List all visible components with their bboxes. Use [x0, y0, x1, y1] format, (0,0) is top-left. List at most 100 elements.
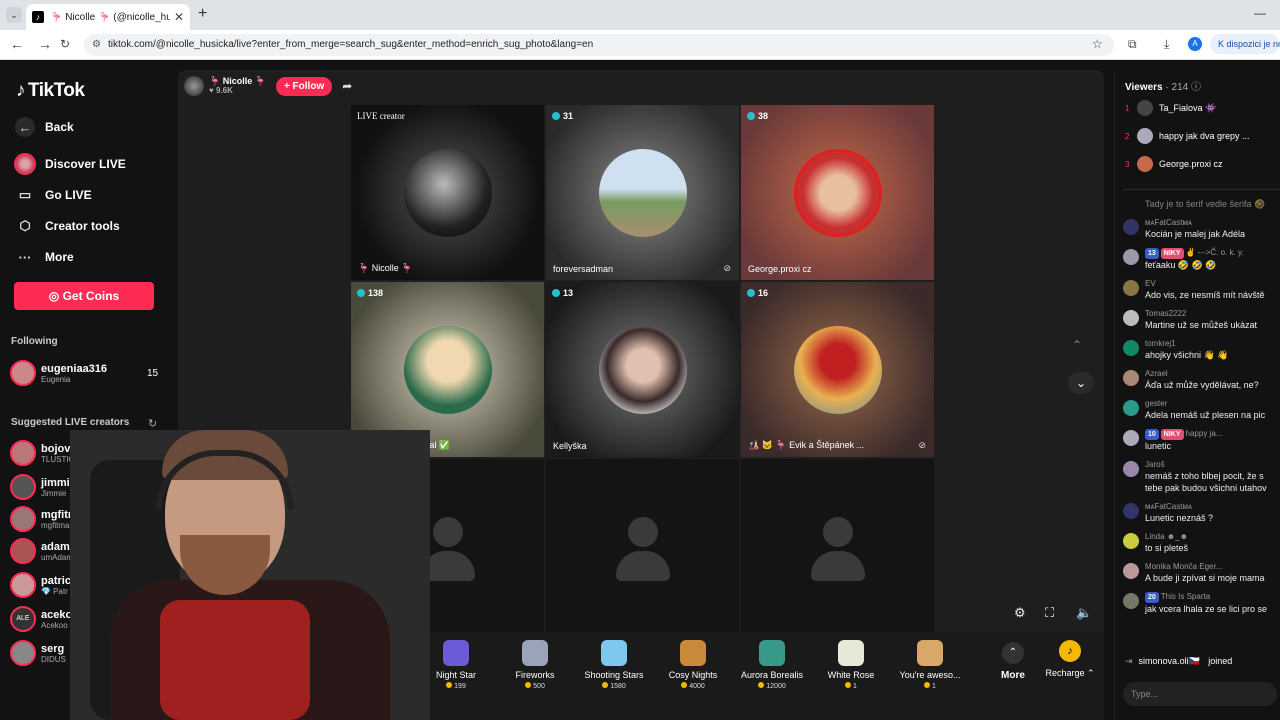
back-link[interactable]: ← Back	[14, 116, 74, 138]
follow-button[interactable]: + Follow	[275, 76, 333, 96]
avatar	[1123, 400, 1139, 416]
cat-gift-icon	[917, 640, 943, 666]
suggested-item[interactable]: serg DIDUS	[10, 640, 66, 666]
guest-name: 🎎 🐱 🦩 Evik a Štěpánek ...	[748, 440, 865, 450]
info-icon: ⓘ	[1190, 82, 1201, 93]
viewer-count: 15	[147, 367, 159, 379]
muted-mic-icon: ⊘	[723, 263, 731, 273]
download-icon[interactable]: ⤓	[1164, 37, 1169, 52]
chat-input[interactable]: Type...	[1123, 682, 1277, 706]
url-field[interactable]: ⚙ tiktok.com/@nicolle_husicka/live?enter…	[84, 34, 1114, 56]
more-gifts-button[interactable]: ⌃ More	[988, 642, 1038, 681]
top-viewer[interactable]: 1 Ta_Fialova 👾	[1125, 100, 1216, 116]
avatar	[10, 572, 36, 598]
streamer-webcam-overlay	[70, 430, 430, 720]
following-item[interactable]: eugeniaa316 Eugenia 15	[10, 360, 158, 386]
translate-hint[interactable]: K dispozici je no	[1210, 34, 1280, 54]
avatar	[10, 506, 36, 532]
avatar	[10, 474, 36, 500]
coin-icon: ♪	[1059, 640, 1081, 662]
guest-tile[interactable]: 31 foreversadman ⊘	[546, 105, 739, 280]
avatar	[1123, 533, 1139, 549]
nav-creator-tools[interactable]: ⬡ Creator tools	[14, 215, 119, 237]
profile-avatar[interactable]: A	[1188, 37, 1202, 51]
guest-tile[interactable]: 38 George.proxi cz	[741, 105, 934, 280]
avatar	[1137, 128, 1153, 144]
coin-icon: ◎	[48, 289, 63, 303]
viewer-count: 16	[747, 288, 768, 298]
browser-tab[interactable]: ♪ 🦩 Nicolle 🦩 (@nicolle_hus ✕	[26, 4, 190, 30]
close-tab-icon[interactable]: ✕	[174, 10, 184, 24]
chat-message: Jaroš nemáš z toho blbej pocit, že s	[1115, 459, 1280, 482]
top-viewer[interactable]: 2 happy jak dva grepy ...	[1125, 128, 1250, 144]
new-tab-icon[interactable]: +	[198, 5, 207, 23]
gift-item[interactable]: You're aweso... 1	[892, 640, 968, 690]
chat-message: 20 This Is Sparta jak vcera lhala ze se li…	[1115, 591, 1280, 615]
browser-tab-strip: ⌄ ♪ 🦩 Nicolle 🦩 (@nicolle_hus ✕ + —	[0, 0, 1280, 30]
fullscreen-icon[interactable]: ⛶	[1045, 605, 1054, 621]
share-icon[interactable]: ➦	[342, 79, 352, 93]
viewer-count: 38	[747, 111, 768, 121]
site-info-icon[interactable]: ⚙	[92, 34, 101, 56]
minimize-icon[interactable]: —	[1254, 6, 1266, 20]
shooting-stars-icon	[601, 640, 627, 666]
viewer-icon	[747, 289, 755, 297]
chevron-down-icon[interactable]: ⌄	[1068, 372, 1094, 394]
join-icon: ⇥	[1125, 656, 1133, 666]
avatar	[10, 538, 36, 564]
chat-message: 13 NIKY ✌ --->Č. o. k. y. feťaaku 🤣 🤣 🤣	[1115, 247, 1280, 271]
chat-message: Monika Monča Eger... A bude ji zpívat si …	[1115, 561, 1280, 584]
guest-tile[interactable]: 13 Kellyška	[546, 282, 739, 457]
viewers-header[interactable]: Viewers · 214 ⓘ	[1125, 78, 1201, 93]
gift-item[interactable]: Fireworks 500	[497, 640, 573, 690]
gift-item[interactable]: Cosy Nights 4000	[655, 640, 731, 690]
avatar: ALE	[10, 606, 36, 632]
top-viewer[interactable]: 3 George.proxi cz	[1125, 156, 1223, 172]
tiktok-logo[interactable]: ♪ TikTok	[16, 80, 85, 102]
person-icon	[433, 517, 463, 547]
gift-item[interactable]: Aurora Borealis 12000	[734, 640, 810, 690]
guest-tile[interactable]: LIVE creator 🦩 Nicolle 🦩	[351, 105, 544, 280]
more-dots-icon: ···	[18, 249, 32, 265]
bookmark-star-icon[interactable]: ☆	[1092, 37, 1103, 51]
gift-item[interactable]: Shooting Stars 1580	[576, 640, 652, 690]
avatar	[1123, 503, 1139, 519]
viewer-count: 31	[552, 111, 573, 121]
guest-name: Kellyška	[553, 441, 587, 451]
avatar	[1123, 370, 1139, 386]
guest-tile[interactable]: 16 🎎 🐱 🦩 Evik a Štěpánek ... ⊘	[741, 282, 934, 457]
suggested-heading: Suggested LIVE creators	[11, 417, 130, 428]
chat-message: Linda ☻_☻ to si pleteš	[1115, 531, 1280, 554]
extensions-icon[interactable]: ⧉	[1128, 37, 1137, 52]
viewer-icon	[357, 289, 365, 297]
muted-mic-icon: ⊘	[918, 440, 926, 450]
suggested-item[interactable]: ALE aceko Acekoo	[10, 606, 72, 632]
volume-icon[interactable]: 🔈	[1076, 605, 1092, 621]
forward-arrow-icon[interactable]: →	[38, 36, 52, 52]
white-rose-icon	[838, 640, 864, 666]
get-coins-button[interactable]: ◎ Get Coins	[14, 282, 154, 310]
url-text: tiktok.com/@nicolle_husicka/live?enter_f…	[108, 39, 594, 50]
reload-icon[interactable]: ↻	[60, 37, 70, 51]
chat-message: tomkrej1 ahojky všichni 👋 👋	[1115, 338, 1280, 361]
back-icon: ←	[14, 116, 36, 138]
chevron-up-icon[interactable]: ⌃	[1072, 338, 1082, 352]
nav-go-live[interactable]: ▭ Go LIVE	[14, 184, 92, 206]
chat-messages: Tady je to šerif vedle šerifa 🤣 ᴍᴀFatCas…	[1115, 198, 1280, 622]
gift-item[interactable]: White Rose 1	[813, 640, 889, 690]
recharge-button[interactable]: ♪ Recharge ⌃	[1040, 636, 1100, 679]
nav-discover-live[interactable]: Discover LIVE	[14, 153, 126, 175]
settings-gear-icon[interactable]: ⚙	[1014, 605, 1026, 621]
tab-search-icon[interactable]: ⌄	[6, 7, 22, 23]
creator-tools-icon: ⬡	[19, 218, 31, 233]
chat-message: tebe pak budou všichni utahov	[1145, 483, 1267, 493]
back-arrow-icon[interactable]: ←	[10, 36, 24, 52]
empty-seat[interactable]	[741, 459, 934, 634]
chat-message: ᴍᴀFatCastᴍᴀ Lunetic neznáš ?	[1115, 501, 1280, 524]
host-avatar[interactable]	[184, 76, 204, 96]
refresh-icon[interactable]: ↻	[148, 417, 157, 430]
chat-message: ᴍᴀFatCastᴍᴀ Kocián je malej jak Adéla	[1115, 217, 1280, 240]
guest-avatar	[794, 149, 882, 237]
nav-more[interactable]: ··· More	[14, 246, 74, 268]
empty-seat[interactable]	[546, 459, 739, 634]
